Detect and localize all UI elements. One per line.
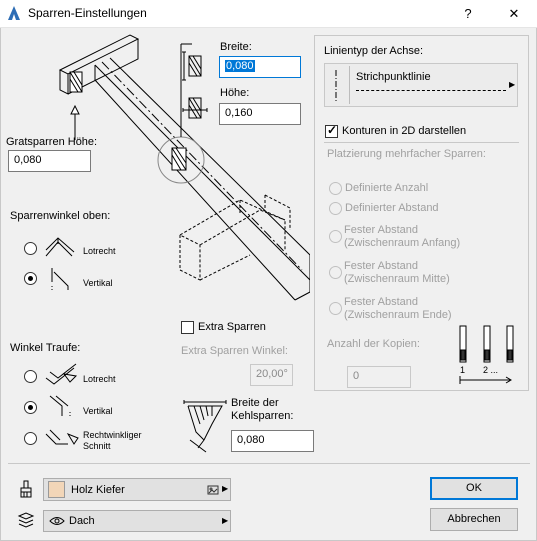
copies-direction-arrow-icon (459, 376, 512, 384)
placement-fixed-middle-radio[interactable] (329, 266, 342, 279)
rafter-angle-top-label: Sparrenwinkel oben: (10, 210, 111, 222)
rafter-top-vertical-label: Vertikal (83, 278, 113, 288)
material-arrow-icon: ▶ (222, 484, 229, 493)
height-label: Höhe: (220, 87, 250, 99)
plumb-cut-icon (45, 237, 75, 257)
grat-height-label: Gratsparren Höhe: (6, 136, 98, 148)
eave-vertical-label: Vertikal (83, 406, 113, 416)
close-button[interactable]: ✕ (504, 4, 524, 24)
valley-width-input[interactable]: 0,080 (231, 430, 314, 452)
material-label: Holz Kiefer (71, 484, 125, 496)
layer-label: Dach (69, 515, 95, 527)
placement-fixed-middle-label: Fester Abstand (Zwischenraum Mitte) (344, 260, 450, 285)
valley-rafter-icon (183, 400, 227, 453)
contours-2d-checkbox[interactable] (325, 123, 338, 138)
eave-plumb-icon (45, 363, 78, 385)
copies-diagram-icon (459, 325, 514, 363)
placement-fixed-end-label: Fester Abstand (Zwischenraum Ende) (344, 296, 452, 321)
layer-dropdown[interactable]: Dach ▶ (43, 510, 231, 532)
brush-icon (20, 480, 32, 498)
eave-angle-label: Winkel Traufe: (10, 342, 81, 354)
copies-label: Anzahl der Kopien: (327, 338, 420, 350)
extra-rafter-checkbox[interactable] (181, 321, 194, 334)
layer-arrow-icon: ▶ (222, 516, 229, 525)
eave-plumb-label: Lotrecht (83, 374, 116, 384)
placement-defined-spacing-radio[interactable] (329, 202, 342, 215)
placement-defined-count-radio[interactable] (329, 182, 342, 195)
linetype-sample-icon (335, 70, 337, 102)
extra-angle-input[interactable]: 20,00° (250, 364, 293, 386)
extra-angle-label: Extra Sparren Winkel: (181, 345, 288, 357)
ok-button[interactable]: OK (430, 477, 518, 500)
axis-linetype-label: Linientyp der Achse: (324, 45, 424, 57)
eave-plumb-radio[interactable] (24, 370, 37, 383)
width-label: Breite: (220, 41, 252, 53)
width-input[interactable]: 0,080 (219, 56, 301, 78)
material-dropdown[interactable]: Holz Kiefer ▶ (43, 478, 231, 501)
placement-fixed-start-radio[interactable] (329, 230, 342, 243)
title-bar: Sparren-Einstellungen ? ✕ (0, 0, 537, 28)
linetype-arrow-icon: ▶ (509, 80, 516, 89)
grat-height-input[interactable]: 0,080 (8, 150, 91, 172)
help-button[interactable]: ? (458, 4, 478, 24)
width-height-icons (182, 51, 208, 119)
eave-square-cut-icon (45, 429, 79, 445)
placement-fixed-start-label: Fester Abstand (Zwischenraum Anfang) (344, 224, 461, 249)
material-preview-icon (207, 485, 219, 495)
vertical-cut-icon (51, 268, 69, 290)
archicad-app-icon (8, 6, 20, 20)
eye-icon (49, 517, 65, 525)
placement-fixed-end-radio[interactable] (329, 302, 342, 315)
linetype-name: Strichpunktlinie (356, 71, 431, 83)
valley-width-label: Breite der Kehlsparren: (231, 397, 294, 422)
placement-defined-spacing-label: Definierter Abstand (345, 202, 439, 214)
eave-vertical-radio[interactable] (24, 401, 37, 414)
linetype-selector[interactable]: Strichpunktlinie ▶ (324, 63, 518, 107)
layers-icon (17, 512, 35, 528)
eave-square-radio[interactable] (24, 432, 37, 445)
placement-title: Platzierung mehrfacher Sparren: (327, 148, 486, 160)
extra-rafter-label: Extra Sparren (198, 321, 266, 333)
eave-square-label: Rechtwinkliger Schnitt (83, 430, 142, 451)
eave-vertical-icon (49, 395, 71, 418)
rafter-top-plumb-label: Lotrecht (83, 246, 116, 256)
window-title: Sparren-Einstellungen (28, 6, 147, 20)
height-input[interactable]: 0,160 (219, 103, 301, 125)
placement-defined-count-label: Definierte Anzahl (345, 182, 429, 194)
rafter-top-vertical-radio[interactable] (24, 272, 37, 285)
material-swatch (48, 481, 65, 498)
copies-input[interactable]: 0 (347, 366, 411, 388)
linetype-preview (356, 90, 506, 91)
rafter-top-plumb-radio[interactable] (24, 242, 37, 255)
cancel-button[interactable]: Abbrechen (430, 508, 518, 531)
contours-2d-label: Konturen in 2D darstellen (342, 125, 467, 137)
